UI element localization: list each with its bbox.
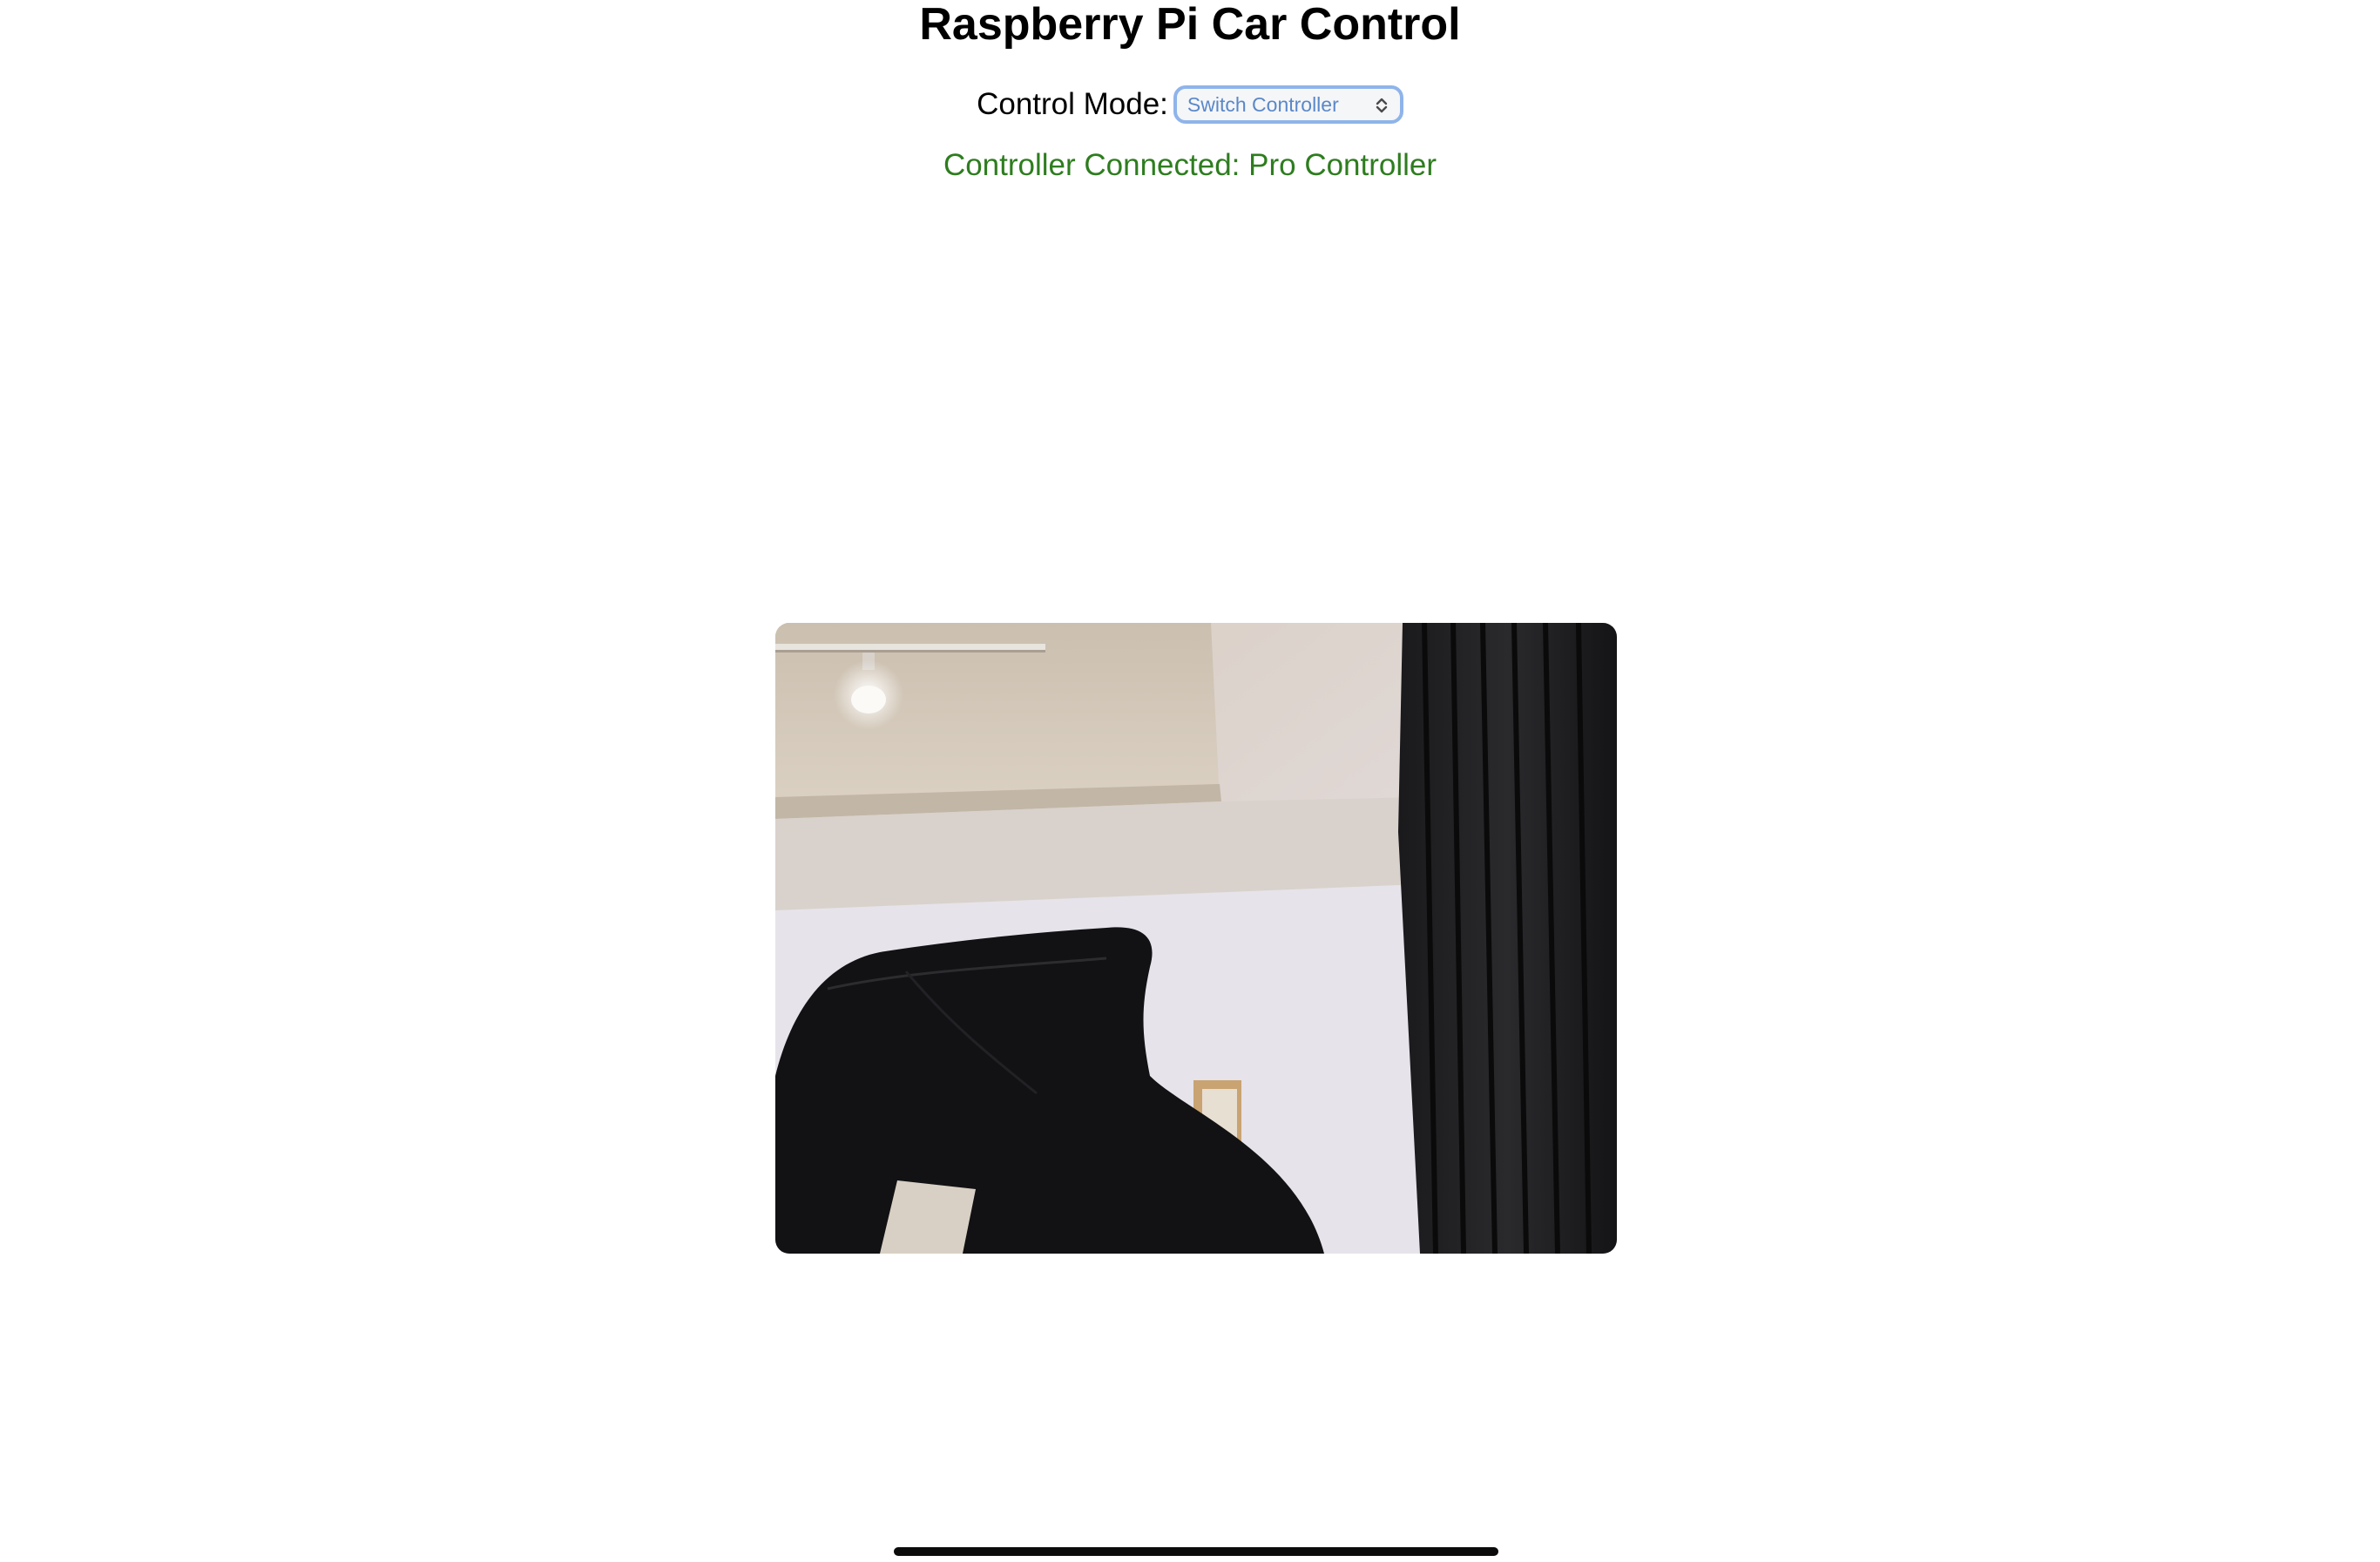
controller-status: Controller Connected: Pro Controller bbox=[943, 148, 1437, 182]
camera-feed-image bbox=[775, 623, 1617, 1254]
control-mode-select[interactable]: Switch Controller bbox=[1173, 85, 1403, 124]
page: Raspberry Pi Car Control Control Mode: S… bbox=[0, 0, 2380, 1562]
page-title: Raspberry Pi Car Control bbox=[919, 0, 1461, 50]
up-down-chevron-icon bbox=[1376, 98, 1388, 113]
control-mode-label: Control Mode: bbox=[977, 87, 1168, 121]
control-mode-selected-value: Switch Controller bbox=[1187, 92, 1339, 116]
control-mode-row: Control Mode: Switch Controller bbox=[0, 80, 2380, 129]
home-indicator[interactable] bbox=[894, 1547, 1498, 1556]
